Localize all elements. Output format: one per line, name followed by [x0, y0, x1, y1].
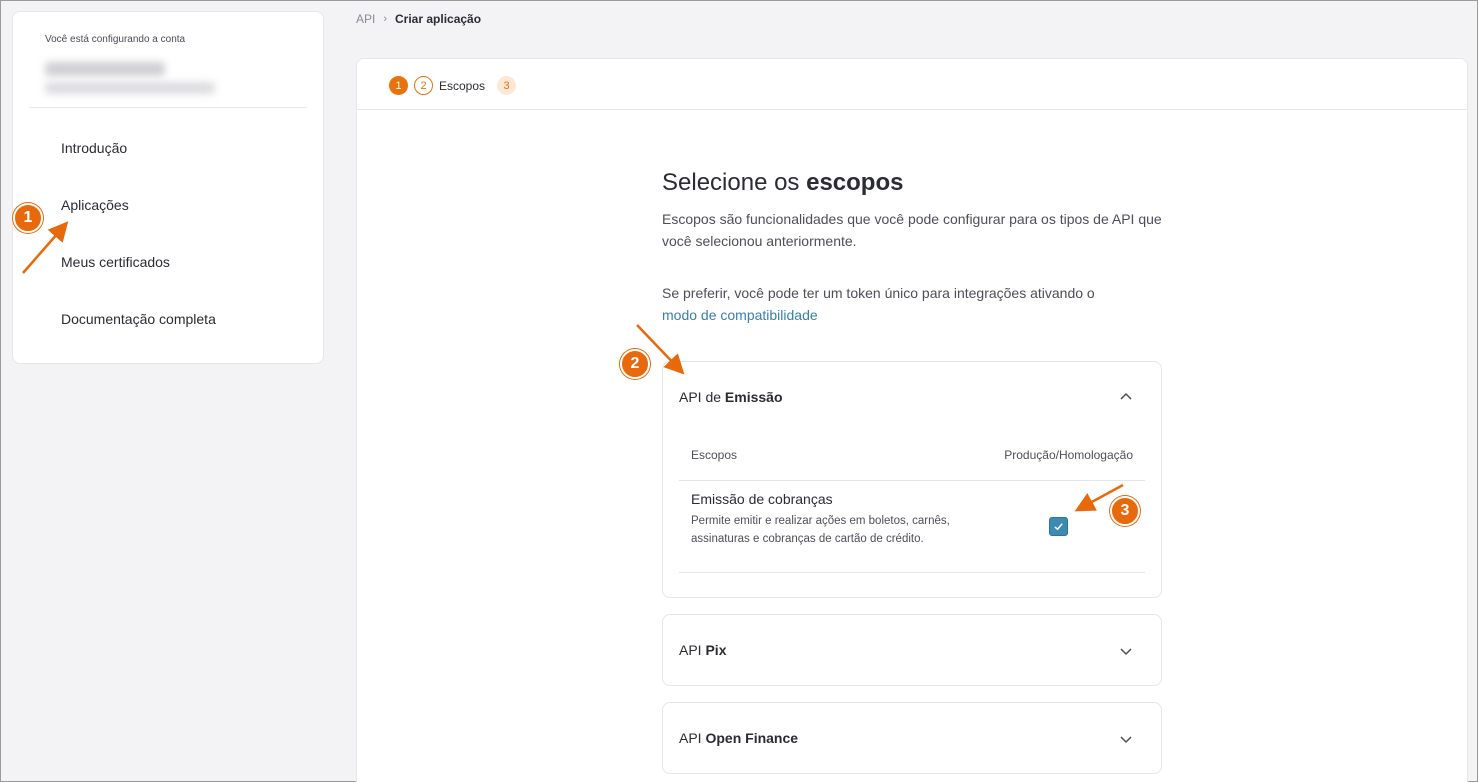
accordion-prefix: API de	[679, 389, 725, 405]
page-title: Selecione os escopos	[662, 169, 1182, 197]
accordion-emissao-header[interactable]: API de Emissão	[679, 389, 783, 405]
step-2: 2	[414, 76, 433, 95]
accordion-open-finance-header[interactable]: API Open Finance	[679, 730, 798, 746]
step-2-label: Escopos	[439, 78, 486, 93]
accordion-name: Emissão	[724, 389, 783, 405]
chevron-down-icon[interactable]	[1119, 732, 1133, 746]
breadcrumb-current: Criar aplicação	[395, 12, 482, 26]
sidebar-item-certificados[interactable]: Meus certificados	[61, 254, 170, 270]
row-divider	[679, 480, 1145, 481]
check-icon	[1054, 523, 1063, 531]
main-card: 1 2 Escopos 3 Selecione os escopos Escop…	[356, 58, 1468, 782]
sidebar: Você está configurando a conta Introduçã…	[12, 11, 324, 364]
chevron-right-icon: ›	[383, 13, 388, 25]
card-divider	[357, 109, 1467, 110]
accordion-name: Open Finance	[705, 730, 799, 746]
compat-text: Se preferir, você pode ter um token únic…	[662, 282, 1182, 326]
stepper: 1 2 Escopos 3	[389, 76, 517, 95]
breadcrumb: API › Criar aplicação	[356, 12, 481, 26]
content: Selecione os escopos Escopos são funcion…	[662, 169, 1182, 326]
title-prefix: Selecione os	[662, 169, 807, 196]
step-1[interactable]: 1	[389, 76, 408, 95]
compat-mode-link[interactable]: modo de compatibilidade	[662, 307, 818, 323]
accordion-pix-header[interactable]: API Pix	[679, 642, 726, 658]
accordion-name: Pix	[705, 642, 727, 658]
accordion-prefix: API	[679, 730, 706, 746]
accordion-open-finance[interactable]: API Open Finance	[662, 702, 1162, 774]
page-description: Escopos são funcionalidades que você pod…	[662, 211, 1162, 249]
account-label: Você está configurando a conta	[45, 34, 186, 45]
accordion-prefix: API	[679, 642, 706, 658]
sidebar-item-introducao[interactable]: Introdução	[61, 140, 127, 156]
sidebar-item-documentacao[interactable]: Documentação completa	[61, 311, 216, 327]
row-divider-bottom	[679, 572, 1145, 573]
title-bold: escopos	[806, 169, 904, 196]
annotation-marker-1: 1	[13, 203, 43, 233]
sidebar-divider	[29, 107, 307, 108]
chevron-up-icon[interactable]	[1119, 390, 1133, 404]
annotation-marker-3: 3	[1110, 496, 1140, 526]
account-id-blurred	[45, 82, 215, 94]
accordion-emissao: API de Emissão Escopos Produção/Homologa…	[662, 361, 1162, 598]
account-name-blurred	[45, 62, 165, 76]
annotation-marker-2: 2	[620, 349, 650, 379]
scope-checkbox[interactable]	[1049, 517, 1068, 536]
compat-label: Se preferir, você pode ter um token únic…	[662, 285, 1095, 301]
breadcrumb-api-link[interactable]: API	[356, 12, 375, 26]
column-scopes: Escopos	[691, 448, 738, 462]
scope-description: Permite emitir e realizar ações em bolet…	[691, 515, 950, 545]
chevron-down-icon[interactable]	[1119, 644, 1133, 658]
step-3: 3	[497, 76, 517, 95]
column-env: Produção/Homologação	[1004, 448, 1133, 462]
sidebar-item-aplicacoes[interactable]: Aplicações	[61, 197, 129, 213]
accordion-pix[interactable]: API Pix	[662, 614, 1162, 686]
scope-title: Emissão de cobranças	[691, 491, 833, 507]
